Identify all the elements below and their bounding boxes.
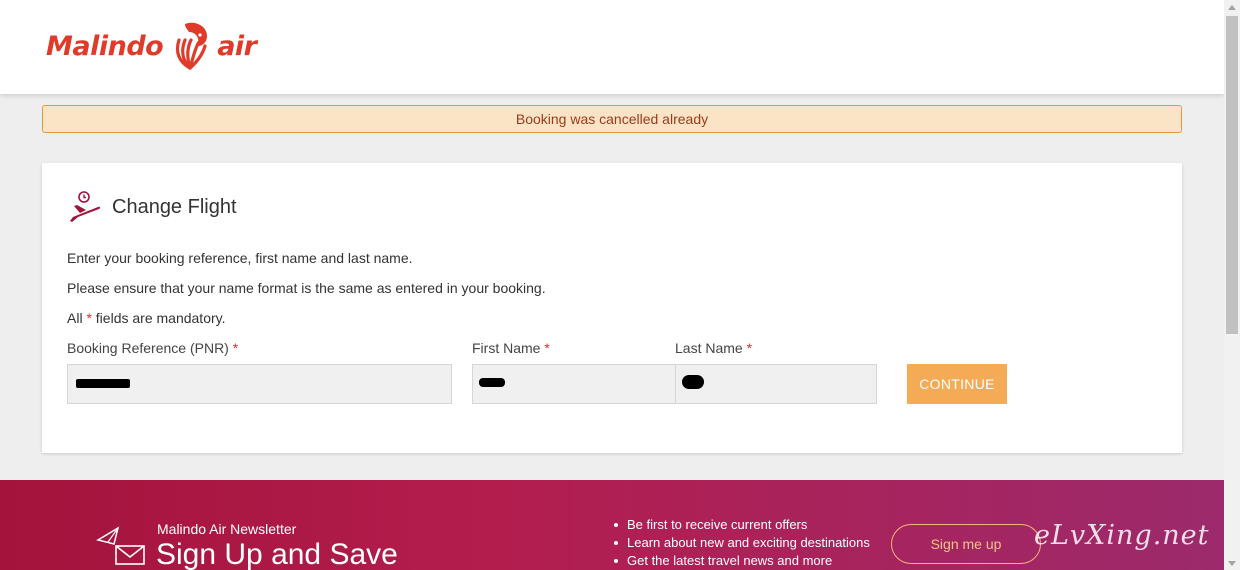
logo-text-air: air (217, 30, 257, 62)
redacted-value (76, 379, 130, 388)
scrollbar-thumb[interactable] (1226, 16, 1238, 334)
last-name-required-asterisk: * (746, 340, 753, 356)
benefit-item: Learn about new and exciting destination… (612, 534, 870, 552)
mandatory-note-prefix: All (67, 310, 83, 326)
mandatory-note: All * fields are mandatory. (67, 310, 226, 326)
newsletter-headline: Sign Up and Save (156, 538, 398, 570)
first-name-label: First Name * (472, 340, 550, 356)
newsletter-label: Malindo Air Newsletter (157, 521, 297, 537)
pnr-input[interactable] (67, 364, 452, 404)
site-header: Malindo air (0, 0, 1224, 94)
pnr-required-asterisk: * (232, 340, 239, 356)
instruction-line-1: Enter your booking reference, first name… (67, 250, 413, 266)
newsletter-banner: Malindo Air Newsletter Sign Up and Save … (0, 480, 1224, 570)
redacted-value (479, 378, 505, 387)
page-title: Change Flight (112, 195, 237, 218)
logo-text-malindo: Malindo (46, 30, 164, 62)
scroll-down-arrow-icon[interactable] (1224, 556, 1240, 570)
instruction-line-2: Please ensure that your name format is t… (67, 280, 546, 296)
malindo-air-logo[interactable]: Malindo air (46, 18, 257, 74)
required-asterisk: * (86, 310, 92, 326)
last-name-input[interactable] (675, 364, 877, 404)
card-header: Change Flight (66, 191, 237, 223)
change-flight-card: Change Flight Enter your booking referen… (42, 163, 1182, 453)
plane-clock-icon (68, 191, 101, 222)
continue-button[interactable]: CONTINUE (907, 364, 1007, 404)
first-name-required-asterisk: * (544, 340, 550, 356)
lion-head-icon (176, 22, 208, 70)
last-name-label: Last Name * (675, 340, 752, 356)
first-name-label-text: First Name (472, 340, 541, 356)
sign-me-up-button[interactable]: Sign me up (891, 524, 1041, 564)
vertical-scrollbar[interactable] (1224, 0, 1240, 570)
scroll-up-arrow-icon[interactable] (1224, 0, 1240, 14)
pnr-label-text: Booking Reference (PNR) (67, 340, 229, 356)
first-name-input[interactable] (472, 364, 676, 404)
last-name-label-text: Last Name (675, 340, 743, 356)
booking-cancelled-alert: Booking was cancelled already (42, 105, 1182, 133)
mandatory-note-suffix: fields are mandatory. (95, 310, 226, 326)
redacted-value (682, 375, 704, 389)
benefit-item: Get the latest travel news and more (612, 552, 870, 570)
watermark-text: eLvXing.net (1034, 520, 1210, 551)
envelope-plane-icon (96, 526, 145, 565)
benefit-item: Be first to receive current offers (612, 516, 870, 534)
pnr-label: Booking Reference (PNR) * (67, 340, 238, 356)
newsletter-benefits-list: Be first to receive current offers Learn… (612, 516, 870, 570)
